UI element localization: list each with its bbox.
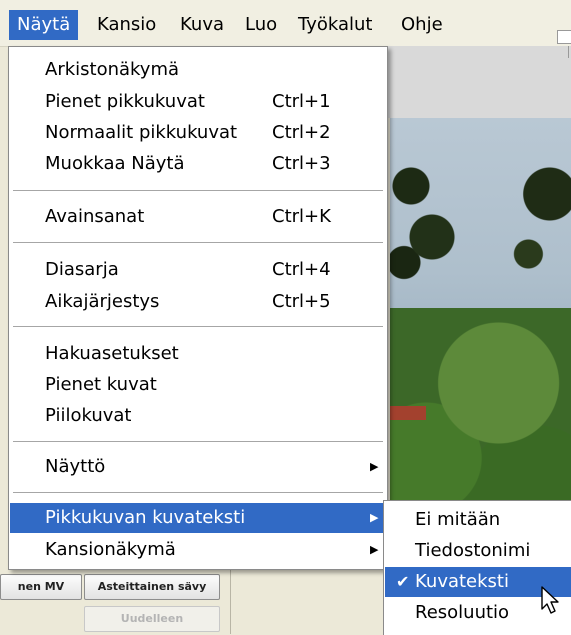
menu-item-arkistonakyma[interactable]: Arkistonäkymä bbox=[10, 55, 386, 85]
menubar: Näytä Kansio Kuva Luo Työkalut Ohje bbox=[0, 0, 571, 47]
menu-separator bbox=[13, 326, 383, 327]
checkmark-icon: ✔ bbox=[396, 572, 410, 591]
menu-item-naytto[interactable]: Näyttö ▶ bbox=[10, 452, 386, 482]
submenu-arrow-icon: ▶ bbox=[370, 511, 379, 524]
menu-item-shortcut: Ctrl+K bbox=[272, 206, 331, 227]
menu-separator bbox=[13, 492, 383, 493]
menu-item-hakuasetukset[interactable]: Hakuasetukset bbox=[10, 339, 386, 369]
menu-item-label: Pienet pikkukuvat bbox=[45, 91, 205, 112]
menu-separator bbox=[13, 190, 383, 191]
menu-item-piilokuvat[interactable]: Piilokuvat bbox=[10, 401, 386, 431]
menu-item-label: Normaalit pikkukuvat bbox=[45, 122, 238, 143]
menu-item-aikajarjestys[interactable]: Aikajärjestys Ctrl+5 bbox=[10, 287, 386, 317]
menu-item-pienet-pikkukuvat[interactable]: Pienet pikkukuvat Ctrl+1 bbox=[10, 87, 386, 117]
menu-item-shortcut: Ctrl+4 bbox=[272, 259, 331, 280]
menu-item-label: Pikkukuvan kuvateksti bbox=[45, 507, 246, 528]
menu-kansio[interactable]: Kansio bbox=[89, 10, 164, 40]
menu-item-label: Pienet kuvat bbox=[45, 374, 157, 395]
window-restore-icon[interactable] bbox=[557, 30, 571, 44]
menu-item-kansionakyma[interactable]: Kansionäkymä ▶ bbox=[10, 535, 386, 565]
submenu-item-tiedostonimi[interactable]: Tiedostonimi bbox=[385, 536, 571, 566]
menu-item-shortcut: Ctrl+5 bbox=[272, 291, 331, 312]
menu-item-shortcut: Ctrl+3 bbox=[272, 153, 331, 174]
submenu-item-label: Ei mitään bbox=[415, 509, 501, 530]
menu-tyokalut[interactable]: Työkalut bbox=[290, 10, 380, 40]
nayta-dropdown-menu: Arkistonäkymä Pienet pikkukuvat Ctrl+1 N… bbox=[8, 46, 388, 570]
menu-item-normaalit-pikkukuvat[interactable]: Normaalit pikkukuvat Ctrl+2 bbox=[10, 118, 386, 148]
submenu-arrow-icon: ▶ bbox=[370, 460, 379, 473]
mv-button[interactable]: nen MV bbox=[0, 574, 82, 600]
photo-preview bbox=[390, 118, 571, 558]
menu-item-muokkaa-nayta[interactable]: Muokkaa Näytä Ctrl+3 bbox=[10, 149, 386, 179]
submenu-item-ei-mitaan[interactable]: Ei mitään bbox=[385, 505, 571, 535]
menu-item-label: Näyttö bbox=[45, 456, 106, 477]
menu-item-pienet-kuvat[interactable]: Pienet kuvat bbox=[10, 370, 386, 400]
photo-roof bbox=[390, 406, 426, 420]
photo-foliage-left bbox=[390, 118, 460, 288]
redo-button[interactable]: Uudelleen bbox=[84, 606, 220, 632]
photo-foliage-right bbox=[500, 158, 571, 278]
menu-luo[interactable]: Luo bbox=[237, 10, 285, 40]
menu-item-shortcut: Ctrl+2 bbox=[272, 122, 331, 143]
menu-nayta[interactable]: Näytä bbox=[9, 10, 79, 40]
menu-item-label: Aikajärjestys bbox=[45, 291, 160, 312]
submenu-item-label: Tiedostonimi bbox=[415, 540, 531, 561]
menu-ohje[interactable]: Ohje bbox=[393, 10, 451, 40]
menu-separator bbox=[13, 242, 383, 243]
toolbar-separator bbox=[568, 46, 569, 58]
menu-item-label: Arkistonäkymä bbox=[45, 59, 180, 80]
menu-item-label: Diasarja bbox=[45, 259, 119, 280]
menu-separator bbox=[13, 441, 383, 442]
menu-item-label: Hakuasetukset bbox=[45, 343, 179, 364]
menu-item-label: Piilokuvat bbox=[45, 405, 132, 426]
submenu-item-label: Resoluutio bbox=[415, 602, 510, 623]
submenu-item-label: Kuvateksti bbox=[415, 571, 509, 592]
submenu-arrow-icon: ▶ bbox=[370, 543, 379, 556]
menu-kuva[interactable]: Kuva bbox=[172, 10, 232, 40]
menu-item-pikkukuvan-kuvateksti[interactable]: Pikkukuvan kuvateksti ▶ bbox=[10, 503, 386, 533]
toolbar-area bbox=[387, 46, 571, 118]
menu-item-label: Muokkaa Näytä bbox=[45, 153, 185, 174]
gradual-tone-button[interactable]: Asteittainen sävy bbox=[84, 574, 220, 600]
menu-item-avainsanat[interactable]: Avainsanat Ctrl+K bbox=[10, 202, 386, 232]
mouse-pointer-icon bbox=[541, 586, 559, 614]
menu-item-label: Avainsanat bbox=[45, 206, 145, 227]
menu-item-diasarja[interactable]: Diasarja Ctrl+4 bbox=[10, 255, 386, 285]
menu-item-shortcut: Ctrl+1 bbox=[272, 91, 331, 112]
menu-item-label: Kansionäkymä bbox=[45, 539, 176, 560]
